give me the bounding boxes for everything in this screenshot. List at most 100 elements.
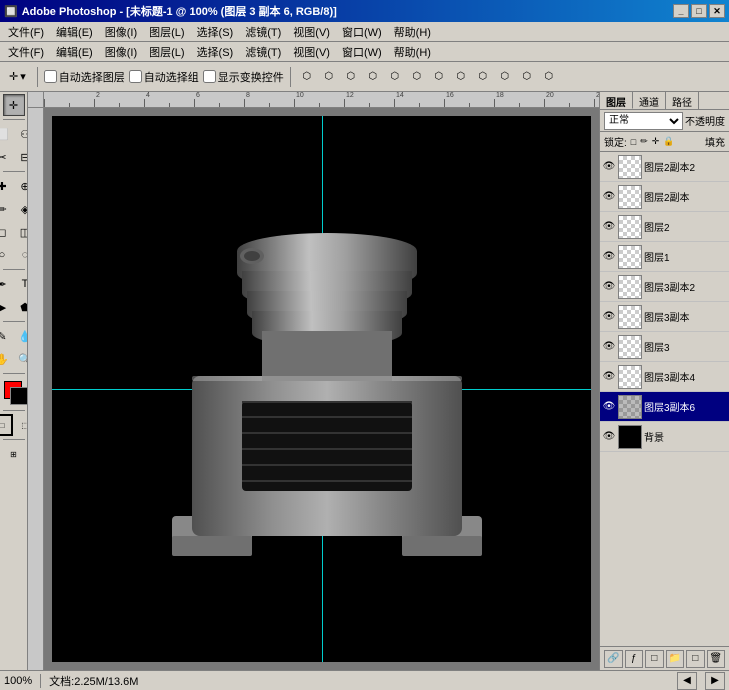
lock-move-icon[interactable]: ✛ bbox=[652, 136, 660, 147]
eye-icon[interactable]: 👁 bbox=[602, 370, 616, 384]
eyedrop-tool[interactable]: 💧 bbox=[14, 325, 28, 347]
menu-image[interactable]: 图像(I) bbox=[99, 22, 143, 42]
marquee-tool[interactable]: ⬜ bbox=[0, 123, 13, 145]
lock-all-icon[interactable]: 🔒 bbox=[663, 136, 674, 147]
background-color[interactable] bbox=[10, 387, 28, 405]
eye-icon[interactable]: 👁 bbox=[602, 160, 616, 174]
align-right-icon[interactable]: ⬡ bbox=[341, 67, 361, 87]
healing-tool[interactable]: ✚ bbox=[0, 175, 13, 197]
layer-item[interactable]: 👁 图层2 bbox=[600, 212, 729, 242]
menu2-view[interactable]: 视图(V) bbox=[287, 42, 336, 62]
auto-select-group-checkbox[interactable] bbox=[129, 70, 142, 83]
eye-icon[interactable]: 👁 bbox=[602, 190, 616, 204]
note-tool[interactable]: ✎ bbox=[0, 325, 13, 347]
move-tool-button[interactable]: ✛▾ bbox=[4, 67, 31, 86]
menu-help[interactable]: 帮助(H) bbox=[388, 22, 437, 42]
layer-item[interactable]: 👁 图层2副本 bbox=[600, 182, 729, 212]
auto-select-layer-checkbox[interactable] bbox=[44, 70, 57, 83]
quick-mask[interactable]: ⬚ bbox=[14, 414, 28, 436]
menu-view[interactable]: 视图(V) bbox=[287, 22, 336, 42]
align-left-icon[interactable]: ⬡ bbox=[297, 67, 317, 87]
menu-file[interactable]: 文件(F) bbox=[2, 22, 50, 42]
delete-layer-button[interactable]: 🗑 bbox=[707, 650, 726, 668]
menu-filter[interactable]: 滤镜(T) bbox=[239, 22, 287, 42]
canvas-viewport[interactable] bbox=[44, 108, 599, 670]
lock-paint-icon[interactable]: ✏ bbox=[640, 136, 648, 147]
menu2-help[interactable]: 帮助(H) bbox=[388, 42, 437, 62]
tab-channels[interactable]: 通道 bbox=[633, 92, 666, 109]
align-middle-icon[interactable]: ⬡ bbox=[407, 67, 427, 87]
align-center-icon[interactable]: ⬡ bbox=[319, 67, 339, 87]
layers-list[interactable]: 👁 图层2副本2 👁 图层2副本 👁 图层2 👁 图层1 👁 bbox=[600, 152, 729, 646]
brush-tool[interactable]: ✏ bbox=[0, 198, 13, 220]
type-tool[interactable]: T bbox=[14, 273, 28, 295]
eye-icon[interactable]: 👁 bbox=[602, 340, 616, 354]
layer-item[interactable]: 👁 图层1 bbox=[600, 242, 729, 272]
lock-transparent-icon[interactable]: □ bbox=[631, 137, 636, 147]
dodge-tool[interactable]: ○ bbox=[0, 244, 13, 266]
layer-item[interactable]: 👁 图层3副本4 bbox=[600, 362, 729, 392]
history-tool[interactable]: ◈ bbox=[14, 198, 28, 220]
hand-tool[interactable]: ✋ bbox=[0, 348, 13, 370]
distribute2-icon[interactable]: ⬡ bbox=[451, 67, 471, 87]
layer-item[interactable]: 👁 图层3副本2 bbox=[600, 272, 729, 302]
eraser-tool[interactable]: ◻ bbox=[0, 221, 13, 243]
menu2-edit[interactable]: 编辑(E) bbox=[50, 42, 99, 62]
eye-icon[interactable]: 👁 bbox=[602, 280, 616, 294]
layer-item-selected[interactable]: 👁 图层3副本6 bbox=[600, 392, 729, 422]
shape-tool[interactable]: ⬟ bbox=[14, 296, 28, 318]
distribute5-icon[interactable]: ⬡ bbox=[517, 67, 537, 87]
menu-edit[interactable]: 编辑(E) bbox=[50, 22, 99, 42]
eye-icon[interactable]: 👁 bbox=[602, 310, 616, 324]
maximize-button[interactable]: □ bbox=[691, 4, 707, 18]
screen-mode[interactable]: ⊞ bbox=[3, 443, 25, 465]
blend-mode-select[interactable]: 正常 溶解 变暗 bbox=[604, 112, 683, 130]
tab-paths[interactable]: 路径 bbox=[666, 92, 699, 109]
eye-icon[interactable]: 👁 bbox=[602, 400, 616, 414]
menu-window[interactable]: 窗口(W) bbox=[336, 22, 388, 42]
menu2-image[interactable]: 图像(I) bbox=[99, 42, 143, 62]
new-group-button[interactable]: 📁 bbox=[666, 650, 685, 668]
distribute3-icon[interactable]: ⬡ bbox=[473, 67, 493, 87]
menu2-file[interactable]: 文件(F) bbox=[2, 42, 50, 62]
gradient-tool[interactable]: ◫ bbox=[14, 221, 28, 243]
show-transform-checkbox[interactable] bbox=[203, 70, 216, 83]
layer-item[interactable]: 👁 图层3副本 bbox=[600, 302, 729, 332]
menu2-layer[interactable]: 图层(L) bbox=[143, 42, 190, 62]
menu2-window[interactable]: 窗口(W) bbox=[336, 42, 388, 62]
align-top-icon[interactable]: ⬡ bbox=[385, 67, 405, 87]
add-mask-button[interactable]: □ bbox=[645, 650, 664, 668]
eye-icon[interactable]: 👁 bbox=[602, 250, 616, 264]
align-bottom-icon[interactable]: ⬡ bbox=[429, 67, 449, 87]
minimize-button[interactable]: _ bbox=[673, 4, 689, 18]
link-layers-button[interactable]: 🔗 bbox=[604, 650, 623, 668]
distribute-icon[interactable]: ⬡ bbox=[363, 67, 383, 87]
menu2-filter[interactable]: 滤镜(T) bbox=[239, 42, 287, 62]
next-page-button[interactable]: ▶ bbox=[705, 672, 725, 690]
eye-icon[interactable]: 👁 bbox=[602, 220, 616, 234]
lasso-tool[interactable]: ⚇ bbox=[14, 123, 28, 145]
slice-tool[interactable]: ⊟ bbox=[14, 146, 28, 168]
menu-select[interactable]: 选择(S) bbox=[191, 22, 240, 42]
menu2-select[interactable]: 选择(S) bbox=[191, 42, 240, 62]
pen-tool[interactable]: ✒ bbox=[0, 273, 13, 295]
prev-page-button[interactable]: ◀ bbox=[677, 672, 697, 690]
eye-icon[interactable]: 👁 bbox=[602, 430, 616, 444]
crop-tool[interactable]: ✂ bbox=[0, 146, 13, 168]
layer-item-bg[interactable]: 👁 背景 bbox=[600, 422, 729, 452]
menu-layer[interactable]: 图层(L) bbox=[143, 22, 190, 42]
tab-layers[interactable]: 图层 bbox=[600, 92, 633, 109]
add-style-button[interactable]: ƒ bbox=[625, 650, 644, 668]
new-layer-button[interactable]: □ bbox=[686, 650, 705, 668]
clone-tool[interactable]: ⊕ bbox=[14, 175, 28, 197]
zoom-tool[interactable]: 🔍 bbox=[14, 348, 28, 370]
layer-item[interactable]: 👁 图层3 bbox=[600, 332, 729, 362]
distribute4-icon[interactable]: ⬡ bbox=[495, 67, 515, 87]
move-tool[interactable]: ✛ bbox=[3, 94, 25, 116]
layer-item[interactable]: 👁 图层2副本2 bbox=[600, 152, 729, 182]
distribute6-icon[interactable]: ⬡ bbox=[539, 67, 559, 87]
standard-mode[interactable]: □ bbox=[0, 414, 13, 436]
path-select-tool[interactable]: ▶ bbox=[0, 296, 13, 318]
close-button[interactable]: ✕ bbox=[709, 4, 725, 18]
blur-tool[interactable]: ◌ bbox=[14, 244, 28, 266]
